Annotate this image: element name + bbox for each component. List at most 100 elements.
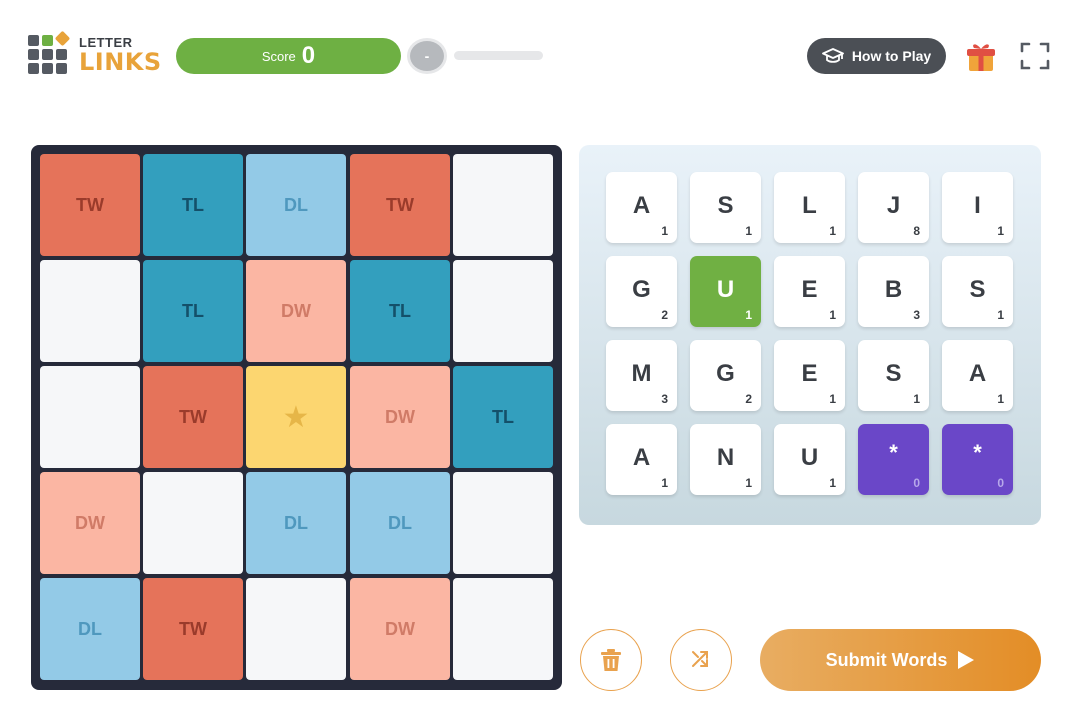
board-cell-blank[interactable]: [246, 578, 346, 680]
score-label: Score: [261, 48, 296, 64]
tile-points: 1: [745, 224, 752, 238]
tile-letter: A: [632, 192, 651, 219]
board-cell-blank[interactable]: [453, 154, 553, 256]
tile-points: 1: [829, 308, 836, 322]
tile-points: 2: [745, 392, 752, 406]
letter-tile[interactable]: S1: [942, 256, 1013, 327]
tile-letter: S: [717, 192, 734, 219]
tile-letter: E: [801, 276, 818, 303]
letter-tile[interactable]: S1: [690, 172, 761, 243]
tile-points: 1: [829, 476, 836, 490]
board-cell-tw[interactable]: TW: [143, 366, 243, 468]
fullscreen-icon[interactable]: [1020, 42, 1050, 70]
board-cell-tw[interactable]: TW: [350, 154, 450, 256]
letter-tile[interactable]: U1: [774, 424, 845, 495]
tile-points: 1: [661, 476, 668, 490]
how-to-play-button[interactable]: How to Play: [807, 38, 946, 74]
board-cell-blank[interactable]: [453, 260, 553, 362]
score-value: 0: [301, 42, 316, 69]
level-indicator: -: [410, 41, 444, 71]
clear-button[interactable]: [580, 629, 642, 691]
board-cell-dw[interactable]: DW: [350, 578, 450, 680]
letter-tile[interactable]: L1: [774, 172, 845, 243]
logo-line-2: LINKS: [79, 48, 162, 76]
tile-points: 1: [997, 224, 1004, 238]
tile-points: 1: [997, 308, 1004, 322]
tile-points: 0: [997, 476, 1004, 490]
board-cell-dl[interactable]: DL: [246, 472, 346, 574]
tile-letter: B: [884, 276, 903, 303]
letter-tile[interactable]: E1: [774, 256, 845, 327]
submit-words-button[interactable]: Submit Words: [760, 629, 1041, 691]
board-cell-blank[interactable]: [40, 366, 140, 468]
tile-letter: G: [716, 360, 735, 387]
gift-icon[interactable]: [966, 41, 996, 73]
board-cell-tl[interactable]: TL: [350, 260, 450, 362]
blank-tile[interactable]: * 0: [858, 424, 929, 495]
tile-letter: U: [716, 276, 735, 303]
letter-rack: A 1 S 1 L 1 J 8 I 1 G 2 U 1 E 1 B 3 S 1 M 3 G 2 E 1 S 1 A 1 A 1 N 1 U 1 * 0 * 0: [579, 145, 1041, 525]
tile-letter: *: [973, 440, 982, 465]
tile-letter: I: [974, 192, 981, 219]
tile-points: 1: [913, 392, 920, 406]
board-cell-dl[interactable]: DL: [246, 154, 346, 256]
submit-words-label: Submit Words: [825, 649, 948, 670]
tile-points: 1: [745, 476, 752, 490]
board-cell-blank[interactable]: [143, 472, 243, 574]
letter-tile[interactable]: U1: [690, 256, 761, 327]
letter-tile[interactable]: I1: [942, 172, 1013, 243]
board-cell-tl[interactable]: TL: [143, 154, 243, 256]
tile-letter: U: [800, 444, 819, 471]
letter-tile[interactable]: M3: [606, 340, 677, 411]
play-arrow-icon: [958, 651, 975, 669]
tile-letter: M: [631, 360, 652, 387]
board-cell-dl[interactable]: DL: [40, 578, 140, 680]
tile-points: 1: [745, 308, 752, 322]
tile-letter: *: [889, 440, 898, 465]
tile-letter: A: [632, 444, 651, 471]
letter-tile[interactable]: A1: [606, 172, 677, 243]
tile-letter: N: [716, 444, 735, 471]
board-cell-blank[interactable]: [453, 472, 553, 574]
score-display: Score 0: [176, 38, 401, 74]
board-cell-tl[interactable]: TL: [453, 366, 553, 468]
blank-tile[interactable]: * 0: [942, 424, 1013, 495]
letter-tile[interactable]: S1: [858, 340, 929, 411]
tile-letter: A: [968, 360, 987, 387]
shuffle-button[interactable]: [670, 629, 732, 691]
letter-tile[interactable]: G2: [690, 340, 761, 411]
tile-points: 1: [997, 392, 1004, 406]
logo-grid-icon: [28, 30, 72, 75]
graduation-cap-icon: [821, 48, 844, 63]
board-cell-blank[interactable]: [40, 260, 140, 362]
letter-tile[interactable]: J8: [858, 172, 929, 243]
letter-tile[interactable]: A1: [942, 340, 1013, 411]
board-cell-tw[interactable]: TW: [143, 578, 243, 680]
shuffle-icon: [692, 651, 708, 667]
tile-points: 3: [661, 392, 668, 406]
logo: LETTER LINKS: [28, 30, 161, 78]
tile-points: 0: [913, 476, 920, 490]
letter-tile[interactable]: B3: [858, 256, 929, 327]
board-cell-dw[interactable]: DW: [246, 260, 346, 362]
tile-letter: J: [886, 192, 901, 219]
board-cell-tl[interactable]: TL: [143, 260, 243, 362]
tile-points: 1: [829, 224, 836, 238]
board-cell-dw[interactable]: DW: [40, 472, 140, 574]
tile-letter: S: [885, 360, 902, 387]
board-cell-tw[interactable]: TW: [40, 154, 140, 256]
game-board: TW TL DL TW TL DW TL TW ★ DW TL DW DL DL DL TW DW: [31, 145, 562, 690]
how-to-play-label: How to Play: [851, 48, 932, 64]
letter-tile[interactable]: N1: [690, 424, 761, 495]
letter-tile[interactable]: A1: [606, 424, 677, 495]
letter-tile[interactable]: E1: [774, 340, 845, 411]
tile-letter: S: [969, 276, 986, 303]
board-cell-star[interactable]: ★: [246, 366, 346, 468]
letter-tile[interactable]: G2: [606, 256, 677, 327]
board-cell-dl[interactable]: DL: [350, 472, 450, 574]
level-progress-bar: [454, 51, 543, 60]
board-cell-blank[interactable]: [453, 578, 553, 680]
board-cell-dw[interactable]: DW: [350, 366, 450, 468]
tile-letter: E: [801, 360, 818, 387]
tile-points: 1: [829, 392, 836, 406]
